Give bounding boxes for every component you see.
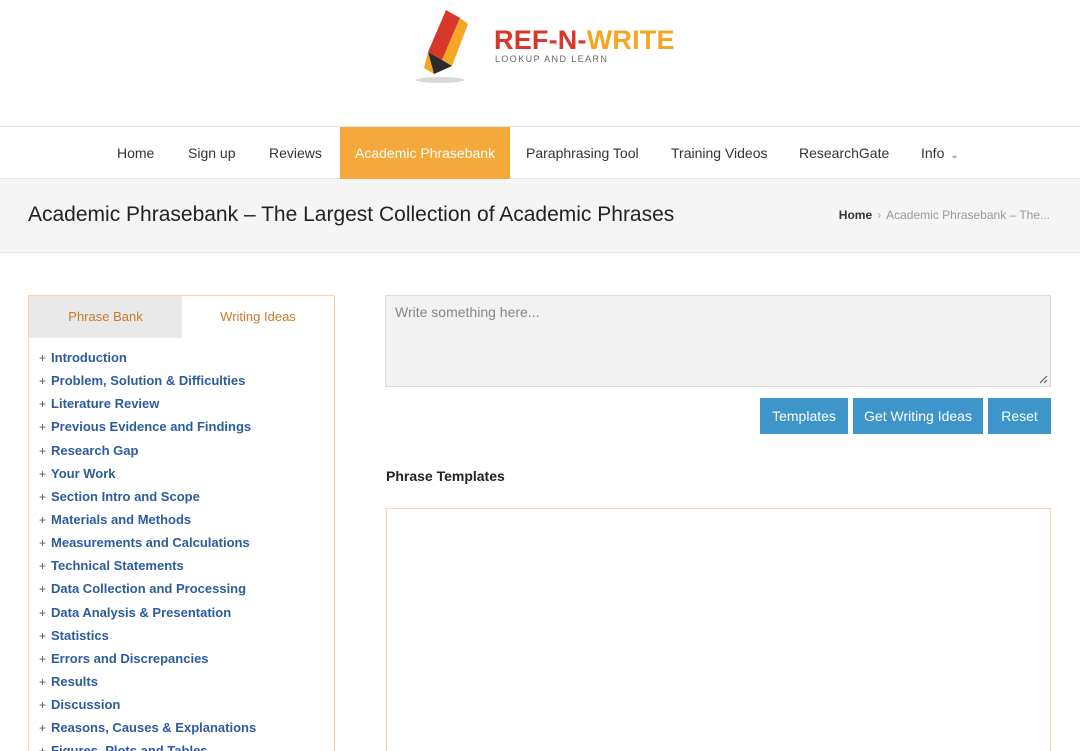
- page-title: Academic Phrasebank – The Largest Collec…: [28, 203, 675, 226]
- nav-reviews[interactable]: Reviews: [269, 127, 322, 179]
- topic-item[interactable]: + Errors and Discrepancies: [39, 647, 329, 670]
- topic-label: Reasons, Causes & Explanations: [51, 720, 257, 736]
- topic-label: Statistics: [51, 627, 109, 643]
- topic-label: Data Analysis & Presentation: [51, 604, 232, 620]
- tab-phrase-bank[interactable]: Phrase Bank: [29, 296, 182, 338]
- breadcrumb-separator: ›: [877, 208, 882, 222]
- chevron-down-icon: ⌄: [950, 150, 959, 161]
- plus-icon: +: [39, 744, 46, 751]
- plus-icon: +: [39, 628, 47, 643]
- plus-icon: +: [39, 559, 47, 574]
- topic-item[interactable]: + Measurements and Calculations: [39, 531, 329, 554]
- plus-icon: +: [39, 466, 47, 481]
- resize-handle-icon[interactable]: [1038, 374, 1048, 384]
- plus-icon: +: [39, 698, 47, 713]
- writing-input[interactable]: [385, 295, 1051, 387]
- plus-icon: +: [39, 397, 47, 412]
- topic-item[interactable]: + Data Collection and Processing: [39, 577, 329, 600]
- pencil-logo-icon: [416, 10, 468, 83]
- topic-item[interactable]: + Technical Statements: [39, 554, 329, 577]
- topic-label: Errors and Discrepancies: [51, 650, 209, 666]
- breadcrumb: Home › Academic Phrasebank – The...: [839, 208, 1050, 222]
- plus-icon: +: [39, 605, 47, 620]
- breadcrumb-current: Academic Phrasebank – The...: [886, 208, 1050, 222]
- plus-icon: +: [39, 489, 47, 504]
- topic-label: Technical Statements: [51, 558, 184, 574]
- logo-title-part2: WRITE: [586, 25, 675, 55]
- get-writing-ideas-button[interactable]: Get Writing Ideas: [853, 398, 983, 434]
- phrase-sidebar: Phrase Bank Writing Ideas + Introduction +…: [28, 295, 335, 751]
- topic-item[interactable]: + Section Intro and Scope: [39, 485, 329, 508]
- phrase-templates-output: [386, 508, 1051, 751]
- topic-label: Literature Review: [51, 396, 160, 412]
- plus-icon: +: [39, 651, 47, 666]
- topic-label: Figures, Plots and Tables: [51, 743, 208, 751]
- logo-title: REF-N-WRITE: [494, 25, 675, 56]
- topic-label: Materials and Methods: [51, 511, 192, 527]
- site-header: REF-N-WRITE LOOKUP AND LEARN: [0, 0, 1080, 126]
- topic-item[interactable]: + Your Work: [39, 462, 329, 485]
- nav-home[interactable]: Home: [117, 127, 154, 179]
- topic-item[interactable]: + Literature Review: [39, 392, 329, 415]
- nav-paraphrasing-tool[interactable]: Paraphrasing Tool: [526, 127, 639, 179]
- topic-label: Research Gap: [51, 442, 139, 458]
- topic-label: Measurements and Calculations: [51, 535, 250, 551]
- plus-icon: +: [39, 674, 47, 689]
- logo-subtitle: LOOKUP AND LEARN: [495, 54, 609, 64]
- topic-label: Your Work: [51, 465, 116, 481]
- topic-item[interactable]: + Figures, Plots and Tables: [39, 739, 329, 751]
- breadcrumb-home[interactable]: Home: [839, 208, 872, 222]
- page-title-bar: Academic Phrasebank – The Largest Collec…: [0, 179, 1080, 253]
- topic-label: Previous Evidence and Findings: [51, 419, 252, 435]
- topic-label: Discussion: [51, 697, 121, 713]
- plus-icon: +: [39, 374, 47, 389]
- topic-label: Section Intro and Scope: [51, 488, 200, 504]
- topic-label: Problem, Solution & Difficulties: [51, 373, 246, 389]
- nav-training-videos[interactable]: Training Videos: [671, 127, 768, 179]
- tab-writing-ideas[interactable]: Writing Ideas: [182, 296, 334, 338]
- topic-item[interactable]: + Introduction: [39, 346, 329, 369]
- site-logo[interactable]: REF-N-WRITE LOOKUP AND LEARN: [412, 8, 682, 88]
- plus-icon: +: [39, 420, 47, 435]
- topic-item[interactable]: + Discussion: [39, 693, 329, 716]
- topic-item[interactable]: + Data Analysis & Presentation: [39, 601, 329, 624]
- topic-label: Results: [51, 673, 98, 689]
- topic-item[interactable]: + Research Gap: [39, 439, 329, 462]
- plus-icon: +: [39, 351, 47, 365]
- topic-item[interactable]: + Problem, Solution & Difficulties: [39, 369, 329, 392]
- plus-icon: +: [39, 536, 47, 551]
- plus-icon: +: [39, 582, 47, 597]
- plus-icon: +: [39, 512, 47, 527]
- plus-icon: +: [39, 721, 47, 736]
- main-nav: Home Sign up Reviews Academic Phrasebank…: [0, 126, 1080, 179]
- topic-list: + Introduction + Problem, Solution & Diffic…: [39, 346, 329, 751]
- nav-info[interactable]: Info ⌄: [921, 127, 959, 179]
- topic-item[interactable]: + Reasons, Causes & Explanations: [39, 716, 329, 739]
- plus-icon: +: [39, 443, 47, 458]
- reset-button[interactable]: Reset: [988, 398, 1051, 434]
- topic-item[interactable]: + Statistics: [39, 624, 329, 647]
- nav-academic-phrasebank[interactable]: Academic Phrasebank: [340, 127, 511, 179]
- topic-label: Data Collection and Processing: [51, 581, 247, 597]
- nav-info-label: Info: [921, 145, 945, 161]
- topic-label: Introduction: [51, 350, 127, 365]
- topic-item[interactable]: + Materials and Methods: [39, 508, 329, 531]
- topic-item[interactable]: + Previous Evidence and Findings: [39, 415, 329, 438]
- sidebar-tabs: Phrase Bank Writing Ideas: [29, 296, 334, 338]
- logo-title-part1: REF-N-: [494, 25, 587, 55]
- phrase-templates-heading: Phrase Templates: [386, 468, 505, 484]
- nav-researchgate[interactable]: ResearchGate: [799, 127, 889, 179]
- nav-sign-up[interactable]: Sign up: [188, 127, 235, 179]
- templates-button[interactable]: Templates: [760, 398, 848, 434]
- topic-item[interactable]: + Results: [39, 670, 329, 693]
